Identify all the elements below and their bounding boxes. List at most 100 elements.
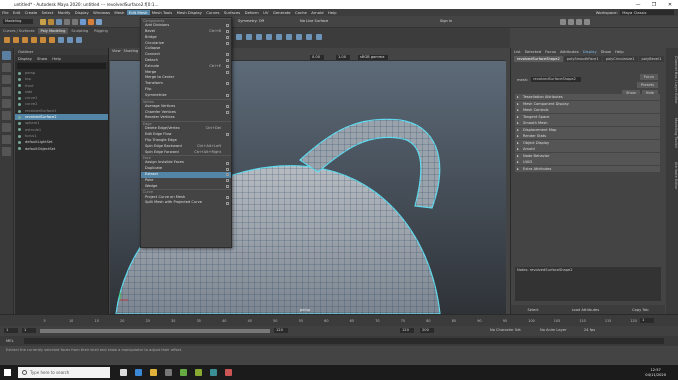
option-box-icon[interactable]: [226, 70, 229, 74]
option-box-icon[interactable]: [226, 36, 229, 40]
ae-menu-attributes[interactable]: Attributes: [560, 49, 579, 54]
planar-map-icon[interactable]: [306, 34, 312, 40]
option-box-icon[interactable]: [226, 110, 229, 114]
select-hierarchy-icon[interactable]: [80, 19, 86, 25]
shelf-tab-poly-modeling[interactable]: Poly Modeling: [37, 28, 69, 34]
new-scene-icon[interactable]: [40, 19, 46, 25]
minimize-button[interactable]: —: [630, 2, 646, 8]
move-tool-icon[interactable]: [2, 87, 11, 96]
menu-mesh-tools[interactable]: Mesh Tools: [150, 10, 175, 15]
menu-edit-mesh[interactable]: Edit Mesh: [126, 10, 150, 15]
attribute-editor-icon[interactable]: [568, 19, 574, 25]
layout-four-icon[interactable]: [2, 135, 11, 144]
rotate-tool-icon[interactable]: [2, 99, 11, 108]
menu-modify[interactable]: Modify: [56, 10, 73, 15]
task-view-icon[interactable]: [120, 369, 127, 376]
ae-section[interactable]: Mesh Controls: [515, 107, 660, 113]
edge-icon[interactable]: [135, 369, 142, 376]
bridge-icon[interactable]: [246, 34, 252, 40]
ae-tab[interactable]: polyBevel1: [638, 56, 665, 62]
ae-section[interactable]: Tessellation Attributes: [515, 94, 660, 100]
option-box-icon[interactable]: [226, 41, 229, 45]
app-icon[interactable]: [225, 369, 232, 376]
anim-layer-select[interactable]: No Anim Layer: [540, 328, 566, 332]
range-start-field[interactable]: 1: [22, 328, 36, 333]
ae-section[interactable]: Arnold: [515, 146, 660, 152]
focus-button[interactable]: Focus: [639, 74, 658, 80]
menu-windows[interactable]: Windows: [91, 10, 112, 15]
shelf-tab-rigging[interactable]: Rigging: [91, 28, 111, 34]
file-explorer-icon[interactable]: [150, 369, 157, 376]
sign-in-button[interactable]: Sign in: [440, 19, 452, 23]
exposure-field[interactable]: 0.00: [310, 55, 324, 60]
tool-settings-icon[interactable]: [576, 19, 582, 25]
menu-uv[interactable]: UV: [261, 10, 271, 15]
option-box-icon[interactable]: [226, 105, 229, 109]
ae-section[interactable]: Smooth Mesh: [515, 120, 660, 126]
menu-mesh-display[interactable]: Mesh Display: [174, 10, 204, 15]
menu-item-spin-edge-forward[interactable]: Spin Edge Forward Ctrl+Alt+Right: [141, 150, 231, 156]
outliner-search-input[interactable]: [17, 63, 106, 69]
separate-icon[interactable]: [67, 37, 73, 43]
select-object-icon[interactable]: [88, 19, 94, 25]
paint-select-icon[interactable]: [2, 75, 11, 84]
option-box-icon[interactable]: [226, 53, 229, 57]
windows-start-icon[interactable]: [4, 369, 11, 376]
poly-torus-icon[interactable]: [40, 37, 46, 43]
side-tab-attribute-editor[interactable]: Attribute Editor: [666, 162, 678, 190]
extrude-icon[interactable]: [236, 34, 242, 40]
ae-menu-show[interactable]: Show: [601, 49, 611, 54]
shelf-tab-sculpting[interactable]: Sculpting: [68, 28, 91, 34]
mel-label[interactable]: MEL: [6, 338, 14, 343]
modeling-toolkit-icon[interactable]: [560, 19, 566, 25]
option-box-icon[interactable]: [226, 82, 229, 86]
select-button[interactable]: Select: [528, 308, 539, 312]
option-box-icon[interactable]: [226, 133, 229, 137]
option-box-icon[interactable]: [226, 173, 229, 177]
ae-menu-list[interactable]: List: [514, 49, 521, 54]
range-bar[interactable]: [40, 329, 270, 333]
save-scene-icon[interactable]: [56, 19, 62, 25]
option-box-icon[interactable]: [226, 94, 229, 98]
smooth-icon[interactable]: [76, 37, 82, 43]
option-box-icon[interactable]: [226, 59, 229, 63]
ae-section[interactable]: Tangent Space: [515, 113, 660, 120]
option-box-icon[interactable]: [226, 195, 229, 199]
ae-tab[interactable]: polyCircularize1: [602, 56, 638, 62]
menu-select[interactable]: Select: [39, 10, 55, 15]
combine-icon[interactable]: [58, 37, 64, 43]
poly-sphere-icon[interactable]: [4, 37, 10, 43]
ae-section[interactable]: Node Behavior: [515, 152, 660, 159]
poly-cylinder-icon[interactable]: [22, 37, 28, 43]
max-frame-field[interactable]: 200: [420, 328, 434, 333]
close-button[interactable]: ✕: [662, 2, 678, 8]
option-box-icon[interactable]: [226, 65, 229, 69]
select-component-icon[interactable]: [96, 19, 102, 25]
ae-menu-display[interactable]: Display: [583, 49, 597, 54]
target-weld-icon[interactable]: [276, 34, 282, 40]
menu-help[interactable]: Help: [326, 10, 339, 15]
ae-menu-selected[interactable]: Selected: [525, 49, 541, 54]
menu-item-reorder-vertices[interactable]: Reorder Vertices: [141, 115, 231, 121]
option-box-icon[interactable]: [226, 30, 229, 34]
mesh-name-field[interactable]: revolvedSurfaceShape2: [531, 77, 582, 82]
character-set-select[interactable]: No Character Set: [490, 328, 521, 332]
end-frame-field[interactable]: 120: [400, 328, 414, 333]
menu-item-symmetrize[interactable]: Symmetrize: [141, 93, 231, 99]
chrome-icon[interactable]: [180, 369, 187, 376]
option-box-icon[interactable]: [226, 184, 229, 188]
menu-curves[interactable]: Curves: [204, 10, 222, 15]
channel-box-icon[interactable]: [584, 19, 590, 25]
shelf-tab-curves[interactable]: Curves / Surfaces: [0, 28, 38, 34]
mel-input[interactable]: [24, 338, 664, 344]
side-tab-modelling-toolkit[interactable]: Modelling Toolkit: [666, 118, 678, 148]
time-slider[interactable]: 5 10 15 20 25 30 35 40 45 50 55 60 65 70 75 80 85 90 95 100…: [0, 314, 678, 326]
start-frame-field[interactable]: 1: [4, 328, 18, 333]
menu-edit[interactable]: Edit: [11, 10, 23, 15]
ae-section[interactable]: Extra Attributes: [515, 165, 660, 172]
ae-section[interactable]: Render Stats: [515, 133, 660, 139]
clock[interactable]: 12:57 04/11/2020: [645, 368, 666, 377]
outliner-menu-help[interactable]: Help: [52, 56, 61, 61]
outliner-menu-display[interactable]: Display: [18, 56, 32, 61]
ae-section[interactable]: Mesh Component Display: [515, 100, 660, 107]
